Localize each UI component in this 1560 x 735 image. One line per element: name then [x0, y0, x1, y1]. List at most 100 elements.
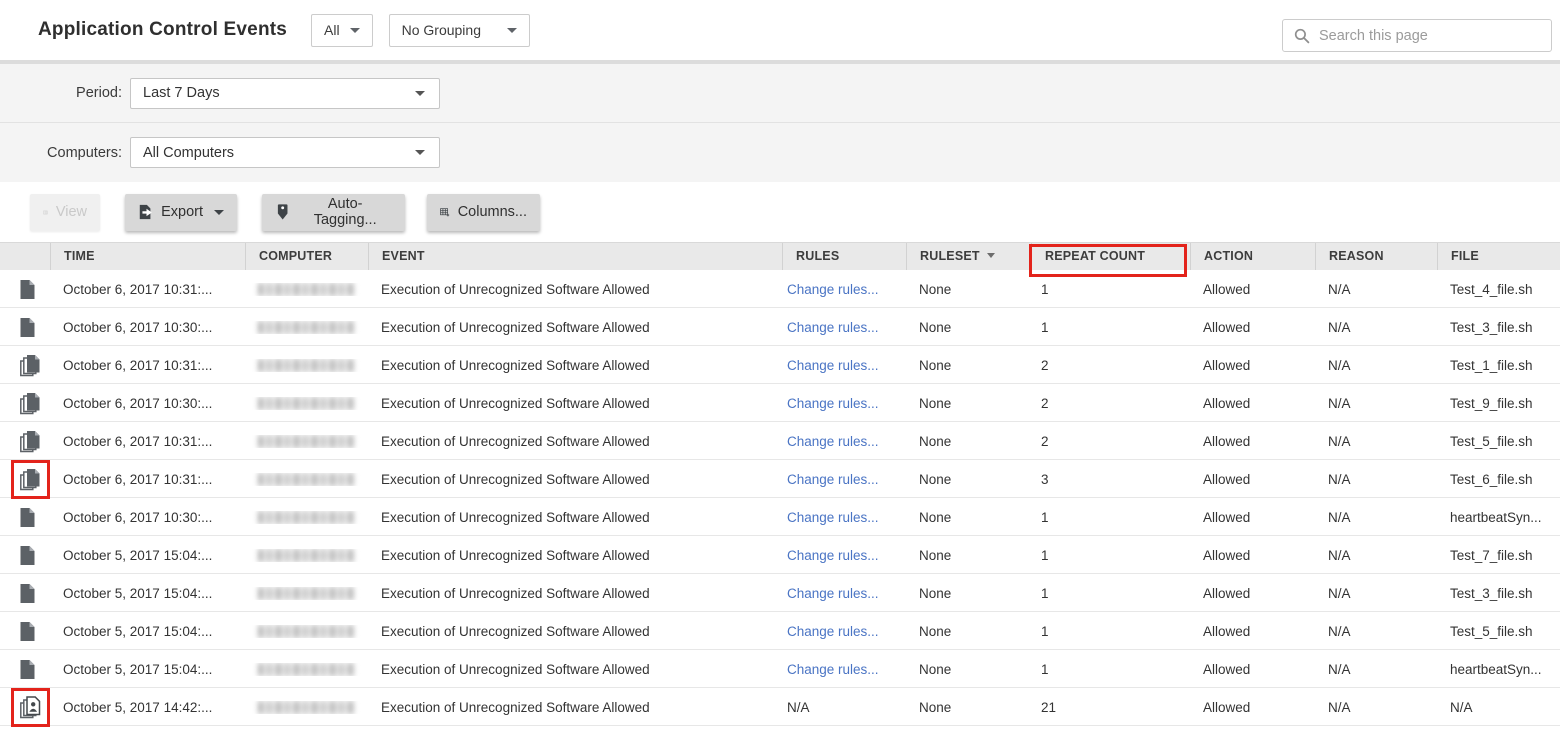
cell-file: Test_9_file.sh [1437, 396, 1560, 411]
cell-file: Test_3_file.sh [1437, 586, 1560, 601]
table-row[interactable]: October 5, 2017 15:04:... Execution of U… [0, 650, 1560, 688]
change-rules-link[interactable]: Change rules... [782, 358, 906, 373]
change-rules-link[interactable]: Change rules... [782, 548, 906, 563]
search-input[interactable] [1319, 28, 1551, 44]
table-row[interactable]: October 6, 2017 10:31:... Execution of U… [0, 270, 1560, 308]
cell-ruleset: None [906, 282, 1031, 297]
column-header-time[interactable]: TIME [50, 243, 245, 270]
table-row[interactable]: October 5, 2017 15:04:... Execution of U… [0, 612, 1560, 650]
cell-repeat-count: 2 [1031, 358, 1190, 373]
search-box[interactable] [1282, 19, 1552, 52]
table-row[interactable]: October 6, 2017 10:30:... Execution of U… [0, 384, 1560, 422]
blurred-computer-name [258, 625, 355, 638]
event-icon-cell [0, 574, 50, 612]
severity-filter-dropdown[interactable]: All [311, 14, 373, 47]
change-rules-link[interactable]: Change rules... [782, 586, 906, 601]
cell-ruleset: None [906, 510, 1031, 525]
cell-time: October 5, 2017 14:42:... [50, 700, 245, 715]
export-button[interactable]: Export [125, 194, 237, 231]
grouping-dropdown[interactable]: No Grouping [389, 14, 530, 47]
cell-event: Execution of Unrecognized Software Allow… [368, 282, 782, 297]
change-rules-link[interactable]: Change rules... [782, 624, 906, 639]
table-row[interactable]: October 6, 2017 10:31:... Execution of U… [0, 346, 1560, 384]
cell-reason: N/A [1315, 586, 1437, 601]
cell-computer [245, 663, 368, 676]
columns-button[interactable]: Columns... [427, 194, 540, 231]
blurred-computer-name [258, 359, 355, 372]
cell-ruleset: None [906, 358, 1031, 373]
change-rules-link[interactable]: Change rules... [782, 282, 906, 297]
cell-action: Allowed [1190, 662, 1315, 677]
cell-event: Execution of Unrecognized Software Allow… [368, 700, 782, 715]
cell-repeat-count: 2 [1031, 396, 1190, 411]
change-rules-link[interactable]: Change rules... [782, 510, 906, 525]
column-header-repeat-count[interactable]: REPEAT COUNT [1031, 243, 1190, 270]
table-row[interactable]: October 5, 2017 14:42:... Execution of U… [0, 688, 1560, 726]
cell-time: October 6, 2017 10:30:... [50, 396, 245, 411]
single-document-icon [19, 317, 36, 338]
cell-time: October 5, 2017 15:04:... [50, 624, 245, 639]
stacked-documents-icon [19, 430, 41, 453]
computers-select[interactable]: All Computers [130, 137, 440, 168]
blurred-computer-name [258, 511, 355, 524]
columns-button-label: Columns... [458, 204, 527, 220]
auto-tagging-button[interactable]: Auto-Tagging... [262, 194, 405, 231]
blurred-computer-name [258, 587, 355, 600]
toolbar: View Export Auto-Tagging... [0, 182, 1560, 242]
column-header-event[interactable]: EVENT [368, 243, 782, 270]
cell-action: Allowed [1190, 282, 1315, 297]
event-icon-cell [0, 346, 50, 384]
blurred-computer-name [258, 283, 355, 296]
cell-event: Execution of Unrecognized Software Allow… [368, 662, 782, 677]
blurred-computer-name [258, 663, 355, 676]
table-row[interactable]: October 6, 2017 10:31:... Execution of U… [0, 422, 1560, 460]
event-icon-cell [0, 498, 50, 536]
cell-file: Test_5_file.sh [1437, 624, 1560, 639]
cell-reason: N/A [1315, 510, 1437, 525]
change-rules-link[interactable]: Change rules... [782, 396, 906, 411]
column-header-ruleset[interactable]: RULESET [906, 243, 1031, 270]
blurred-computer-name [258, 435, 355, 448]
period-select[interactable]: Last 7 Days [130, 78, 440, 109]
export-icon [138, 203, 153, 221]
table-row[interactable]: October 5, 2017 15:04:... Execution of U… [0, 536, 1560, 574]
cell-reason: N/A [1315, 358, 1437, 373]
cell-repeat-count: 21 [1031, 700, 1190, 715]
single-document-icon [19, 659, 36, 680]
single-document-icon [19, 583, 36, 604]
table-row[interactable]: October 6, 2017 10:30:... Execution of U… [0, 308, 1560, 346]
change-rules-link[interactable]: Change rules... [782, 434, 906, 449]
highlight-box-row-icon [11, 688, 50, 727]
cell-event: Execution of Unrecognized Software Allow… [368, 548, 782, 563]
cell-repeat-count: 1 [1031, 548, 1190, 563]
tag-icon [275, 203, 290, 221]
cell-file: Test_5_file.sh [1437, 434, 1560, 449]
cell-event: Execution of Unrecognized Software Allow… [368, 396, 782, 411]
column-header-file[interactable]: FILE [1437, 243, 1560, 270]
columns-grid-icon [440, 204, 450, 221]
change-rules-link[interactable]: Change rules... [782, 320, 906, 335]
severity-filter-value: All [324, 22, 340, 38]
event-icon-cell [0, 384, 50, 422]
chevron-down-icon [350, 28, 360, 33]
change-rules-link[interactable]: Change rules... [782, 662, 906, 677]
column-header-reason[interactable]: REASON [1315, 243, 1437, 270]
column-header-computer[interactable]: COMPUTER [245, 243, 368, 270]
change-rules-link[interactable]: Change rules... [782, 472, 906, 487]
blurred-computer-name [258, 549, 355, 562]
page-title: Application Control Events [38, 19, 287, 41]
column-header-rules[interactable]: RULES [782, 243, 906, 270]
period-filter-row: Period: Last 7 Days [0, 64, 1560, 123]
cell-file: Test_7_file.sh [1437, 548, 1560, 563]
table-row[interactable]: October 6, 2017 10:30:... Execution of U… [0, 498, 1560, 536]
cell-computer [245, 283, 368, 296]
column-header-action[interactable]: ACTION [1190, 243, 1315, 270]
cell-reason: N/A [1315, 472, 1437, 487]
table-row[interactable]: October 6, 2017 10:31:... Execution of U… [0, 460, 1560, 498]
event-icon-cell [0, 308, 50, 346]
cell-action: Allowed [1190, 624, 1315, 639]
cell-reason: N/A [1315, 662, 1437, 677]
cell-action: Allowed [1190, 472, 1315, 487]
table-row[interactable]: October 5, 2017 15:04:... Execution of U… [0, 574, 1560, 612]
cell-action: Allowed [1190, 510, 1315, 525]
